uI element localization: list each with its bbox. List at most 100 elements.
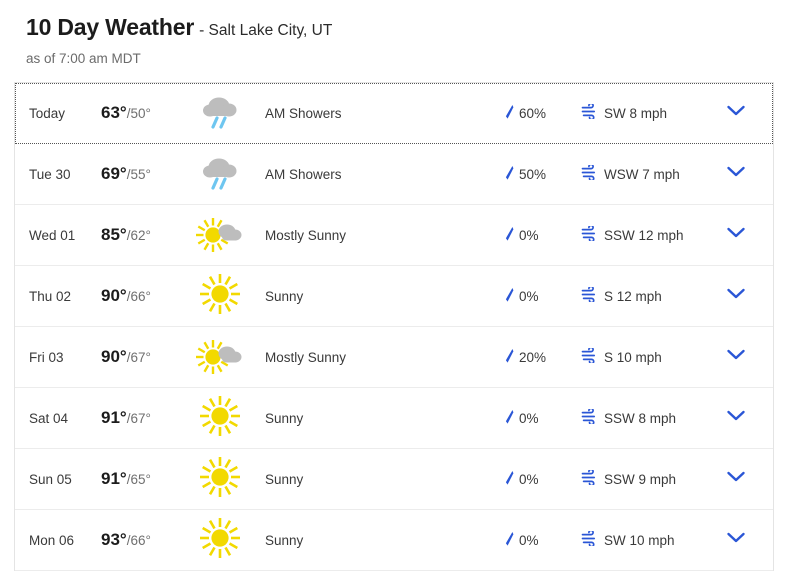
forecast-wind: SSW 8 mph [581, 407, 699, 427]
rain-cloud-icon [198, 152, 242, 197]
wind-value: SSW 8 mph [604, 410, 677, 426]
forecast-condition-icon [187, 456, 253, 503]
precipitation-value: 0% [519, 288, 539, 304]
chevron-down-icon[interactable] [726, 531, 746, 549]
forecast-precipitation: 20% [505, 348, 581, 367]
expand-row-button[interactable] [699, 531, 773, 549]
forecast-low-temp: /67° [126, 350, 151, 365]
forecast-wind: S 10 mph [581, 346, 699, 366]
sun-icon [198, 517, 242, 564]
forecast-condition-label: Sunny [265, 532, 304, 548]
sun-behind-cloud-icon [196, 334, 244, 381]
raindrop-icon [505, 165, 514, 184]
wind-icon [581, 407, 598, 427]
forecast-low-temp: /67° [126, 411, 151, 426]
forecast-row[interactable]: Mon 06 93°/66° Sunny 0% SW 10 mph [15, 510, 773, 571]
forecast-row[interactable]: Wed 01 85°/62° Mostly Sunny 0% SSW 12 mph [15, 205, 773, 266]
forecast-precipitation: 50% [505, 165, 581, 184]
chevron-down-icon[interactable] [726, 165, 746, 183]
page-title: 10 Day Weather - Salt Lake City, UT [26, 14, 788, 41]
forecast-temperature: 69°/55° [101, 164, 187, 184]
chevron-down-icon[interactable] [726, 226, 746, 244]
wind-value: SSW 12 mph [604, 227, 684, 243]
forecast-condition-icon [187, 517, 253, 564]
expand-row-button[interactable] [699, 165, 773, 183]
wind-icon [581, 468, 598, 488]
forecast-temperature: 85°/62° [101, 225, 187, 245]
forecast-wind: WSW 7 mph [581, 163, 699, 183]
page-header: 10 Day Weather - Salt Lake City, UT as o… [0, 0, 788, 66]
forecast-condition-label: Sunny [265, 471, 304, 487]
expand-row-button[interactable] [699, 104, 773, 122]
wind-value: SW 10 mph [604, 532, 675, 548]
forecast-high-temp: 69° [101, 164, 127, 183]
chevron-down-icon[interactable] [726, 348, 746, 366]
wind-value: SSW 9 mph [604, 471, 677, 487]
forecast-condition-icon [187, 395, 253, 442]
forecast-list: Today 63°/50° AM Showers 60% SW 8 mph Tue 30 6… [14, 82, 774, 571]
forecast-low-temp: /65° [126, 472, 151, 487]
forecast-day-label: Thu 02 [29, 288, 72, 304]
sun-behind-cloud-icon [196, 212, 244, 259]
forecast-wind: SSW 9 mph [581, 468, 699, 488]
weather-page: 10 Day Weather - Salt Lake City, UT as o… [0, 0, 788, 571]
wind-value: WSW 7 mph [604, 166, 680, 182]
forecast-high-temp: 90° [101, 286, 127, 305]
chevron-down-icon[interactable] [726, 470, 746, 488]
forecast-precipitation: 0% [505, 531, 581, 550]
chevron-down-icon[interactable] [726, 104, 746, 122]
forecast-condition-label: Mostly Sunny [265, 227, 347, 243]
forecast-wind: SSW 12 mph [581, 224, 699, 244]
expand-row-button[interactable] [699, 226, 773, 244]
forecast-row[interactable]: Fri 03 90°/67° Mostly Sunny 20% S 10 mph [15, 327, 773, 388]
wind-icon [581, 529, 598, 549]
forecast-day-label: Sun 05 [29, 471, 72, 487]
wind-icon [581, 102, 598, 122]
sun-icon [198, 456, 242, 503]
wind-value: S 10 mph [604, 349, 662, 365]
wind-value: SW 8 mph [604, 105, 668, 121]
chevron-down-icon[interactable] [726, 287, 746, 305]
forecast-precipitation: 0% [505, 226, 581, 245]
forecast-high-temp: 93° [101, 530, 127, 549]
raindrop-icon [505, 287, 514, 306]
sun-icon [198, 395, 242, 442]
expand-row-button[interactable] [699, 409, 773, 427]
forecast-row[interactable]: Sun 05 91°/65° Sunny 0% SSW 9 mph [15, 449, 773, 510]
forecast-condition-label: Sunny [265, 288, 304, 304]
raindrop-icon [505, 348, 514, 367]
forecast-temperature: 93°/66° [101, 530, 187, 550]
forecast-precipitation: 0% [505, 287, 581, 306]
forecast-day-label: Sat 04 [29, 410, 69, 426]
forecast-row[interactable]: Tue 30 69°/55° AM Showers 50% WSW 7 mph [15, 144, 773, 205]
forecast-low-temp: /66° [126, 289, 151, 304]
page-title-main: 10 Day Weather [26, 14, 195, 40]
forecast-temperature: 63°/50° [101, 103, 187, 123]
precipitation-value: 0% [519, 227, 539, 243]
raindrop-icon [505, 226, 514, 245]
forecast-condition-label: Sunny [265, 410, 304, 426]
precipitation-value: 0% [519, 410, 539, 426]
forecast-wind: SW 8 mph [581, 102, 699, 122]
forecast-high-temp: 63° [101, 103, 127, 122]
forecast-row[interactable]: Today 63°/50° AM Showers 60% SW 8 mph [15, 83, 773, 144]
forecast-day-label: Today [29, 105, 66, 121]
forecast-condition-label: AM Showers [265, 105, 342, 121]
forecast-temperature: 91°/67° [101, 408, 187, 428]
forecast-condition-label: AM Showers [265, 166, 342, 182]
expand-row-button[interactable] [699, 348, 773, 366]
forecast-condition-icon [187, 152, 253, 197]
forecast-row[interactable]: Sat 04 91°/67° Sunny 0% SSW 8 mph [15, 388, 773, 449]
expand-row-button[interactable] [699, 287, 773, 305]
forecast-temperature: 91°/65° [101, 469, 187, 489]
forecast-day-label: Tue 30 [29, 166, 71, 182]
chevron-down-icon[interactable] [726, 409, 746, 427]
forecast-day-label: Fri 03 [29, 349, 64, 365]
forecast-condition-label: Mostly Sunny [265, 349, 347, 365]
forecast-temperature: 90°/67° [101, 347, 187, 367]
forecast-day-label: Mon 06 [29, 532, 75, 548]
expand-row-button[interactable] [699, 470, 773, 488]
forecast-row[interactable]: Thu 02 90°/66° Sunny 0% S 12 mph [15, 266, 773, 327]
forecast-condition-icon [187, 273, 253, 320]
as-of-timestamp: as of 7:00 am MDT [26, 51, 141, 66]
